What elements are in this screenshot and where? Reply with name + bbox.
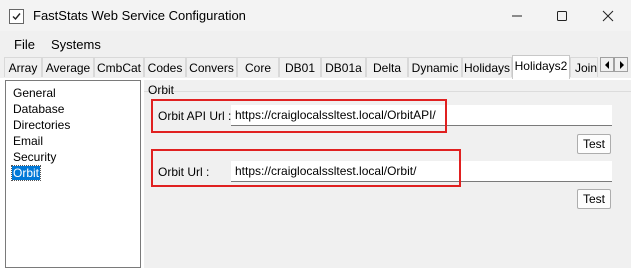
window-title: FastStats Web Service Configuration — [33, 8, 246, 23]
tree-item-orbit[interactable]: Orbit — [10, 165, 42, 181]
tab-content: General Database Directories Email Secur… — [0, 78, 631, 268]
tree-item-email[interactable]: Email — [13, 134, 43, 148]
orbit-api-url-input[interactable] — [231, 105, 612, 126]
tab-dynamic[interactable]: Dynamic — [408, 57, 462, 77]
orbit-url-input[interactable] — [231, 161, 612, 182]
tab-holidays2[interactable]: Holidays2 — [512, 55, 570, 79]
tab-scroll-right-button[interactable] — [614, 57, 628, 72]
close-icon — [602, 10, 614, 22]
menu-bar: File Systems — [0, 31, 631, 55]
orbit-url-test-button[interactable]: Test — [577, 189, 611, 209]
tab-strip: Array Average CmbCat Codes Convers Core … — [0, 55, 631, 79]
orbit-api-url-label: Orbit API Url : — [158, 109, 232, 123]
tab-cmbcat[interactable]: CmbCat — [94, 57, 144, 77]
title-bar: FastStats Web Service Configuration — [0, 0, 631, 31]
tab-delta[interactable]: Delta — [366, 57, 408, 77]
app-checkbox-icon — [9, 9, 24, 24]
tab-codes[interactable]: Codes — [144, 57, 186, 77]
maximize-icon — [557, 11, 567, 21]
minimize-button[interactable] — [494, 0, 540, 31]
close-button[interactable] — [585, 0, 631, 31]
minimize-icon — [512, 15, 522, 17]
tab-joins[interactable]: Joins — [570, 57, 598, 77]
tree-item-database[interactable]: Database — [13, 102, 64, 116]
orbit-panel: Orbit Orbit API Url : Test Orbit Url : T… — [144, 80, 631, 268]
arrow-right-icon — [620, 61, 624, 69]
orbit-url-label: Orbit Url : — [158, 165, 210, 179]
tab-convers[interactable]: Convers — [186, 57, 237, 77]
tab-db01[interactable]: DB01 — [279, 57, 321, 77]
group-divider — [144, 91, 631, 92]
tab-core[interactable]: Core — [237, 57, 279, 77]
group-title: Orbit — [148, 83, 175, 97]
maximize-button[interactable] — [539, 0, 585, 31]
menu-file[interactable]: File — [14, 37, 35, 52]
tab-db01a[interactable]: DB01a — [321, 57, 366, 77]
settings-tree[interactable]: General Database Directories Email Secur… — [5, 80, 141, 268]
tree-item-directories[interactable]: Directories — [13, 118, 70, 132]
tab-average[interactable]: Average — [42, 57, 94, 77]
tab-holidays[interactable]: Holidays — [462, 57, 512, 77]
tree-item-security[interactable]: Security — [13, 150, 56, 164]
orbit-api-test-button[interactable]: Test — [577, 134, 611, 154]
tab-array[interactable]: Array — [4, 57, 42, 77]
tab-scroll-left-button[interactable] — [600, 57, 614, 72]
arrow-left-icon — [605, 61, 609, 69]
menu-systems[interactable]: Systems — [51, 37, 101, 52]
tree-item-general[interactable]: General — [13, 86, 56, 100]
